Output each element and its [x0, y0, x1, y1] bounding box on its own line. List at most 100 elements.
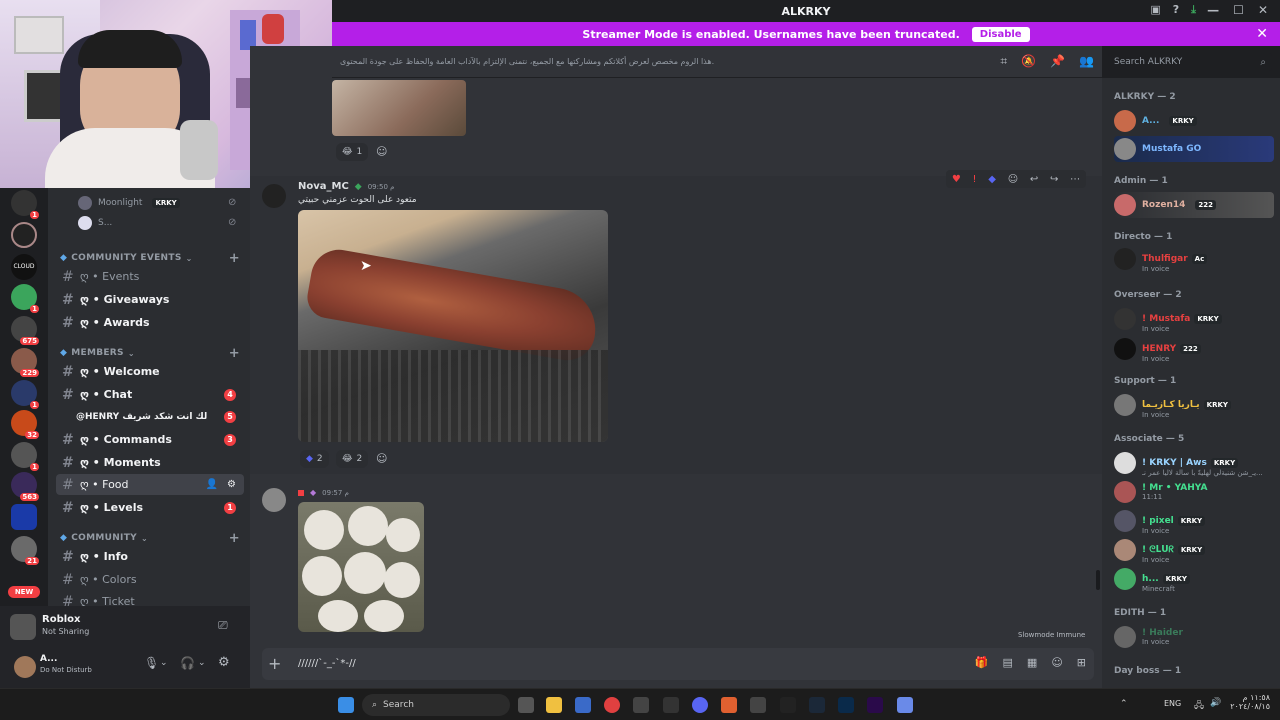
app-icon[interactable] — [897, 697, 913, 713]
brave-icon[interactable] — [721, 697, 737, 713]
member-item[interactable]: ! Haider In voice — [1114, 624, 1274, 650]
channel-welcome[interactable]: # ღ • Welcome — [56, 361, 244, 382]
gift-icon[interactable]: 🎁 — [975, 656, 989, 669]
member-item[interactable]: ! KRKY | Aws KRKY يـ_شن شنيةلي لهليةً با س… — [1114, 450, 1274, 477]
heart-react-icon[interactable]: ♥ — [952, 174, 961, 185]
add-reaction-icon[interactable]: ☺ — [376, 145, 387, 158]
share-screen-icon[interactable]: ⎚ — [218, 618, 228, 633]
inbox-icon[interactable]: ▣ — [1150, 3, 1160, 17]
category-community[interactable]: ◆ COMMUNITY ⌄ + — [60, 531, 240, 546]
channel-levels[interactable]: # ღ • Levels 1 — [56, 497, 244, 518]
start-menu-icon[interactable] — [338, 697, 354, 713]
settings-gear-icon[interactable]: ⚙ — [218, 655, 230, 670]
download-icon[interactable]: ⤓ — [1191, 3, 1196, 17]
apps-icon[interactable]: ⊞ — [1077, 656, 1086, 669]
app-icon[interactable] — [750, 697, 766, 713]
react-icon[interactable]: ◆ — [988, 174, 996, 185]
member-item[interactable]: HENRY 222 In voice — [1114, 336, 1274, 363]
server-icon[interactable] — [11, 222, 37, 248]
language-indicator[interactable]: ENG — [1164, 699, 1181, 708]
reaction-pill[interactable]: ◆ 2 — [300, 450, 329, 468]
app-icon[interactable] — [633, 697, 649, 713]
category-community-events[interactable]: ◆ COMMUNITY EVENTS ⌄ + — [60, 251, 240, 266]
chevron-down-icon[interactable]: ⌄ — [198, 658, 206, 668]
food-plates-image[interactable] — [298, 502, 424, 632]
avatar[interactable] — [262, 184, 286, 208]
channel-moments[interactable]: # ღ • Moments — [56, 452, 244, 473]
disable-streamer-button[interactable]: Disable — [971, 26, 1030, 42]
member-item[interactable]: Rozen14 222 — [1114, 192, 1274, 218]
server-icon[interactable]: 1 — [11, 442, 39, 471]
microphone-icon[interactable]: 🎙 — [144, 656, 159, 670]
headphones-icon[interactable]: 🎧 — [180, 656, 195, 670]
server-icon[interactable]: 229 — [11, 348, 39, 377]
add-channel-icon[interactable]: + — [229, 346, 240, 361]
server-icon[interactable] — [11, 504, 37, 530]
search-input[interactable]: Search ALKRKY ⌕ — [1108, 53, 1272, 71]
reaction-pill[interactable]: 😂 2 — [336, 450, 369, 468]
minimize-icon[interactable]: — — [1207, 3, 1219, 17]
channel-info[interactable]: # ღ • Info — [56, 546, 244, 567]
reply-icon[interactable]: ↩ — [1030, 174, 1038, 185]
category-members[interactable]: ◆ MEMBERS ⌄ + — [60, 346, 240, 361]
member-item[interactable]: ! ᘓᒪᑌᖇ KRKY In voice — [1114, 537, 1274, 564]
premiere-icon[interactable] — [867, 697, 883, 713]
more-icon[interactable]: ⋯ — [1070, 174, 1080, 185]
member-item[interactable]: Mustafa GO — [1114, 136, 1274, 162]
help-icon[interactable]: ? — [1173, 3, 1179, 17]
add-channel-icon[interactable]: + — [229, 531, 240, 546]
steam-icon[interactable] — [809, 697, 825, 713]
member-item[interactable]: ! pixel KRKY In voice — [1114, 508, 1274, 535]
avatar[interactable] — [14, 656, 36, 678]
maximize-icon[interactable]: ☐ — [1233, 3, 1244, 17]
app-icon[interactable] — [663, 697, 679, 713]
gif-icon[interactable]: ▤ — [1003, 656, 1013, 669]
chevron-down-icon[interactable]: ⌄ — [160, 658, 168, 668]
voice-user[interactable]: S... — [78, 216, 112, 230]
channel-events[interactable]: # ღ • Events — [56, 266, 244, 287]
capcut-icon[interactable] — [780, 697, 796, 713]
server-icon[interactable]: 1 — [11, 190, 39, 219]
discord-icon[interactable] — [692, 697, 708, 713]
reaction-pill[interactable]: 😂 1 — [336, 143, 369, 161]
channel-colors[interactable]: # ღ • Colors — [56, 569, 244, 590]
chrome-icon[interactable] — [604, 697, 620, 713]
forward-icon[interactable]: ↪ — [1050, 174, 1058, 185]
fish-image-attachment[interactable] — [298, 210, 608, 442]
close-banner-icon[interactable]: ✕ — [1256, 26, 1268, 42]
member-item[interactable]: ! Mr • YAHYA 11:11 — [1114, 479, 1274, 505]
volume-icon[interactable]: 🔊 — [1210, 698, 1221, 708]
member-item[interactable]: Thulfigar Ac In voice — [1114, 246, 1274, 273]
new-servers-pill[interactable]: NEW — [8, 586, 40, 598]
server-icon[interactable]: 32 — [11, 410, 39, 439]
channel-topic[interactable]: هذا الروم مخصص لعرض أكلاتكم ومشاركتها مع… — [340, 57, 714, 66]
react-icon[interactable]: ! — [973, 174, 977, 185]
store-icon[interactable] — [575, 697, 591, 713]
server-icon[interactable]: 563 — [11, 472, 39, 501]
close-icon[interactable]: ✕ — [1258, 3, 1268, 17]
members-icon[interactable]: 👥 — [1079, 54, 1094, 69]
add-reaction-icon[interactable]: ☺ — [376, 452, 387, 465]
threads-icon[interactable]: ⌗ — [1000, 54, 1007, 69]
add-reaction-icon[interactable]: ☺ — [1008, 174, 1018, 185]
member-item[interactable]: ! Mustafa KRKY In voice — [1114, 306, 1274, 333]
server-icon[interactable]: 21 — [11, 536, 39, 565]
voice-user[interactable]: Moonlight KRKY — [78, 196, 180, 210]
avatar[interactable] — [262, 488, 286, 512]
file-explorer-icon[interactable] — [546, 697, 562, 713]
server-icon[interactable]: 1 — [11, 284, 39, 313]
clock[interactable]: ١١:٥٨ م ٢٠٢٤/٠٨/١٥ — [1230, 693, 1270, 711]
emoji-icon[interactable]: ☺ — [1051, 656, 1062, 669]
message-author[interactable]: Nova_MC — [298, 181, 349, 192]
channel-chat[interactable]: # ღ • Chat 4 — [56, 384, 244, 405]
attach-plus-icon[interactable]: + — [268, 654, 281, 673]
message-input[interactable]: //////`-_-`*-// — [298, 658, 356, 669]
previous-image-attachment[interactable] — [332, 80, 466, 136]
photoshop-icon[interactable] — [838, 697, 854, 713]
channel-awards[interactable]: # ღ • Awards — [56, 312, 244, 333]
scrollbar-thumb[interactable] — [1096, 570, 1100, 590]
notifications-icon[interactable]: 🔕 — [1021, 54, 1036, 69]
channel-giveaways[interactable]: # ღ • Giveaways — [56, 289, 244, 310]
task-view-icon[interactable] — [518, 697, 534, 713]
channel-commands[interactable]: # ღ • Commands 3 — [56, 429, 244, 450]
